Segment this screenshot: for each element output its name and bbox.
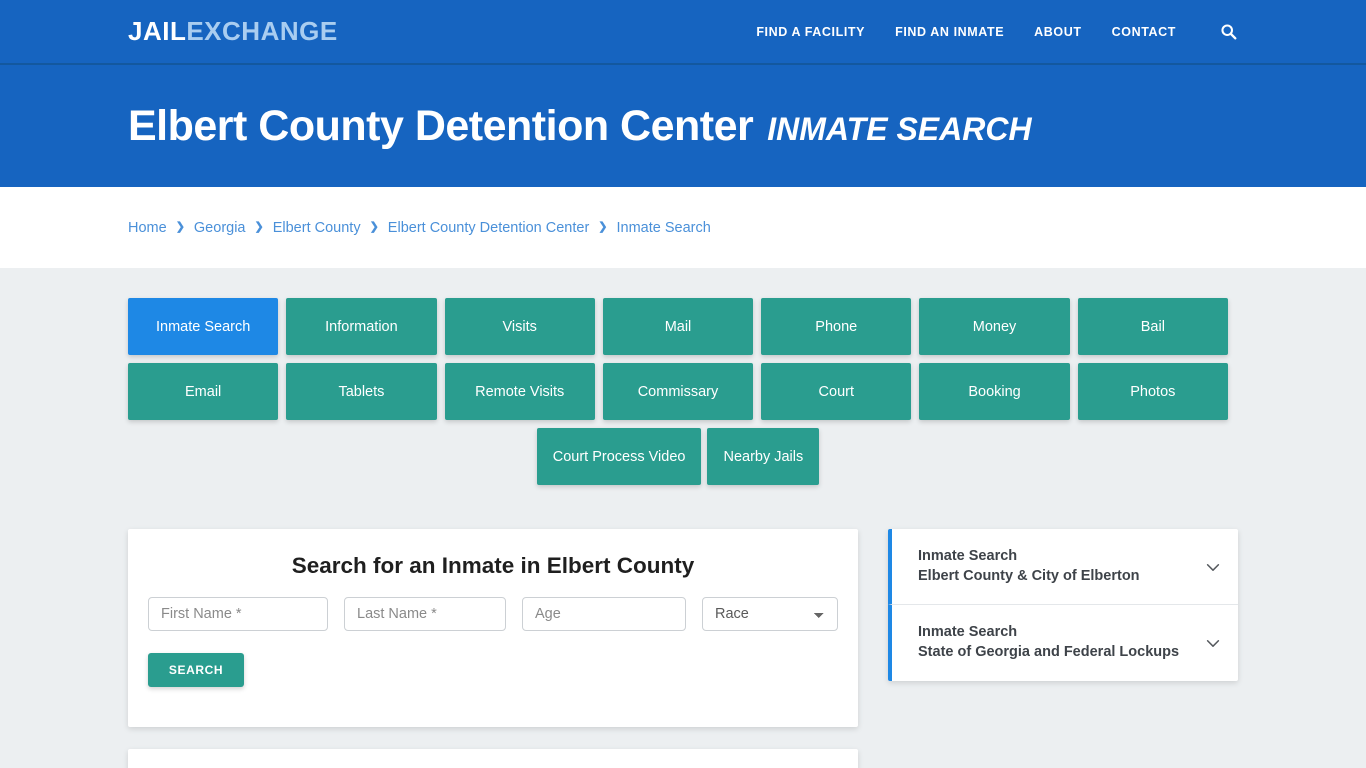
accordion-item-text: Inmate Search Elbert County & City of El… <box>918 547 1194 586</box>
accordion-item-title: Inmate Search <box>918 624 1018 641</box>
facility-tab-grid: Inmate Search Information Visits Mail Ph… <box>128 298 1228 420</box>
tab-phone[interactable]: Phone <box>761 298 912 355</box>
tab-bail[interactable]: Bail <box>1077 298 1228 355</box>
breadcrumb-item-elbert-county[interactable]: Elbert County <box>273 220 361 236</box>
top-navigation-bar: JAILEXCHANGE FIND A FACILITY FIND AN INM… <box>0 0 1366 65</box>
search-icon[interactable] <box>1218 22 1238 42</box>
tab-email[interactable]: Email <box>128 363 279 420</box>
secondary-results-card <box>128 749 858 768</box>
logo-text-primary: JAIL <box>128 16 187 46</box>
tab-remote-visits[interactable]: Remote Visits <box>444 363 595 420</box>
facility-tab-grid-row3: Court Process Video Nearby Jails <box>128 428 1228 485</box>
inmate-search-accordion: Inmate Search Elbert County & City of El… <box>888 529 1238 681</box>
tab-nearby-jails[interactable]: Nearby Jails <box>707 428 820 485</box>
sidebar-column: Inmate Search Elbert County & City of El… <box>888 529 1238 768</box>
inmate-search-card: Search for an Inmate in Elbert County Ra… <box>128 529 858 727</box>
nav-item-contact[interactable]: CONTACT <box>1112 25 1176 39</box>
main-column: Search for an Inmate in Elbert County Ra… <box>128 529 858 768</box>
first-name-input[interactable] <box>148 597 328 631</box>
chevron-right-icon: ❯ <box>369 221 379 233</box>
content-columns: Search for an Inmate in Elbert County Ra… <box>128 529 1238 768</box>
chevron-right-icon: ❯ <box>175 221 185 233</box>
page-body: Inmate Search Information Visits Mail Ph… <box>0 268 1366 768</box>
accordion-item-subtitle: State of Georgia and Federal Lockups <box>918 644 1180 660</box>
breadcrumb-item-georgia[interactable]: Georgia <box>194 220 246 236</box>
age-input[interactable] <box>522 597 686 631</box>
page-hero-banner: Elbert County Detention Center INMATE SE… <box>0 65 1366 187</box>
tab-commissary[interactable]: Commissary <box>602 363 754 420</box>
tab-booking[interactable]: Booking <box>919 363 1070 420</box>
tab-visits[interactable]: Visits <box>444 298 595 355</box>
tab-inmate-search[interactable]: Inmate Search <box>128 298 279 355</box>
last-name-input[interactable] <box>344 597 506 631</box>
page-title-section: INMATE SEARCH <box>767 110 1032 147</box>
site-logo[interactable]: JAILEXCHANGE <box>128 16 338 47</box>
breadcrumb-item-home[interactable]: Home <box>128 220 167 236</box>
page-title: Elbert County Detention Center INMATE SE… <box>128 102 1032 151</box>
tab-court-process-video[interactable]: Court Process Video <box>536 428 702 485</box>
breadcrumb: Home ❯ Georgia ❯ Elbert County ❯ Elbert … <box>128 220 711 236</box>
tab-court[interactable]: Court <box>761 363 912 420</box>
tab-mail[interactable]: Mail <box>602 298 754 355</box>
search-button[interactable]: SEARCH <box>148 653 244 687</box>
nav-item-about[interactable]: ABOUT <box>1034 25 1081 39</box>
main-nav: FIND A FACILITY FIND AN INMATE ABOUT CON… <box>756 22 1238 42</box>
tab-photos[interactable]: Photos <box>1077 363 1228 420</box>
chevron-right-icon: ❯ <box>598 221 608 233</box>
breadcrumb-item-inmate-search: Inmate Search <box>616 219 711 236</box>
accordion-item-subtitle: Elbert County & City of Elberton <box>918 567 1140 584</box>
nav-item-find-an-inmate[interactable]: FIND AN INMATE <box>895 25 1004 39</box>
search-form-row: Race <box>148 597 838 631</box>
page-title-facility: Elbert County Detention Center <box>128 101 754 150</box>
tab-tablets[interactable]: Tablets <box>286 363 437 420</box>
breadcrumb-bar: Home ❯ Georgia ❯ Elbert County ❯ Elbert … <box>0 187 1366 268</box>
logo-text-secondary: EXCHANGE <box>186 16 338 46</box>
race-select[interactable]: Race <box>702 597 838 631</box>
accordion-item-county-search[interactable]: Inmate Search Elbert County & City of El… <box>888 529 1238 605</box>
search-card-title: Search for an Inmate in Elbert County <box>291 553 695 578</box>
chevron-down-icon[interactable] <box>1204 558 1222 576</box>
accordion-item-title: Inmate Search <box>918 547 1018 564</box>
chevron-down-icon[interactable] <box>1204 634 1222 652</box>
tab-money[interactable]: Money <box>919 298 1070 355</box>
breadcrumb-item-detention-center[interactable]: Elbert County Detention Center <box>388 220 590 236</box>
chevron-right-icon: ❯ <box>254 221 264 233</box>
nav-item-find-a-facility[interactable]: FIND A FACILITY <box>756 25 865 39</box>
accordion-item-text: Inmate Search State of Georgia and Feder… <box>918 623 1194 662</box>
tab-information[interactable]: Information <box>286 298 437 355</box>
accordion-item-state-search[interactable]: Inmate Search State of Georgia and Feder… <box>888 605 1238 681</box>
